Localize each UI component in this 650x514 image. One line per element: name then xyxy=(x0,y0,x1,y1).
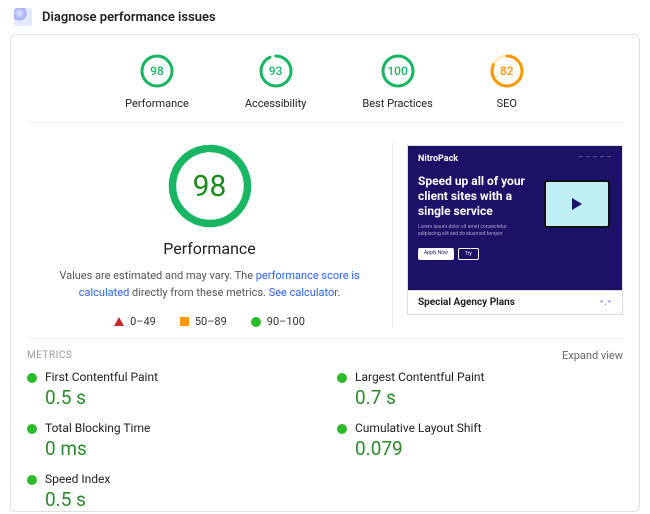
metric-name: Total Blocking Time xyxy=(45,421,150,435)
performance-gauge: 98 xyxy=(165,141,255,231)
expand-view-button[interactable]: Expand view xyxy=(562,349,623,362)
preview-cta-secondary: Try xyxy=(458,248,479,260)
preview-caption-text: Special Agency Plans xyxy=(418,297,515,308)
metric-value: 0 ms xyxy=(45,437,150,460)
gauge-label: Performance xyxy=(125,97,189,110)
metric-value: 0.7 s xyxy=(355,386,484,409)
preview-caption: Special Agency Plans •.• xyxy=(407,291,623,315)
metric-speed-index: Speed Index 0.5 s xyxy=(27,472,313,511)
performance-label: Performance xyxy=(37,239,382,258)
gauge-ring: 82 xyxy=(489,53,525,89)
lighthouse-logo-icon xyxy=(14,8,32,26)
gauge-value: 98 xyxy=(139,53,175,89)
metric-value: 0.5 s xyxy=(45,386,158,409)
preview-buttons: Apply Now Try xyxy=(418,248,479,260)
page-title: Diagnose performance issues xyxy=(42,10,216,25)
metric-largest-contentful-paint: Largest Contentful Paint 0.7 s xyxy=(337,370,623,409)
status-dot-icon xyxy=(27,424,37,434)
gauge-ring: 100 xyxy=(380,53,416,89)
page-screenshot: NitroPack — — — — — Speed up all of your… xyxy=(407,145,623,291)
circle-icon xyxy=(251,317,261,327)
gauge-seo[interactable]: 82 SEO xyxy=(489,53,525,110)
status-dot-icon xyxy=(337,424,347,434)
preview-column: NitroPack — — — — — Speed up all of your… xyxy=(393,141,623,328)
triangle-icon xyxy=(114,317,124,326)
square-icon xyxy=(180,317,189,326)
gauge-value: 93 xyxy=(258,53,294,89)
metric-name: Speed Index xyxy=(45,472,110,486)
status-dot-icon xyxy=(27,373,37,383)
performance-column: 98 Performance Values are estimated and … xyxy=(27,141,393,328)
score-legend: 0–49 50–89 90–100 xyxy=(37,315,382,328)
page-header: Diagnose performance issues xyxy=(10,6,640,34)
play-icon xyxy=(572,198,582,210)
status-dot-icon xyxy=(337,373,347,383)
report-card: 98 Performance 93 Accessibility 100 Best Prac… xyxy=(10,34,640,512)
performance-score: 98 xyxy=(165,141,255,231)
legend-fail-label: 0–49 xyxy=(130,315,156,328)
gauge-ring: 98 xyxy=(139,53,175,89)
disclaimer-pre: Values are estimated and may vary. The xyxy=(59,269,255,282)
preview-cta-primary: Apply Now xyxy=(418,248,454,260)
gauge-label: Accessibility xyxy=(245,97,307,110)
disclaimer-text: Values are estimated and may vary. The p… xyxy=(37,268,382,301)
gauge-label: SEO xyxy=(489,97,525,110)
gauge-performance[interactable]: 98 Performance xyxy=(125,53,189,110)
legend-pass: 90–100 xyxy=(251,315,305,328)
disclaimer-post: . xyxy=(337,286,340,299)
preview-brand: NitroPack xyxy=(418,154,458,164)
gauge-accessibility[interactable]: 93 Accessibility xyxy=(245,53,307,110)
metrics-grid: First Contentful Paint 0.5 s Largest Conte… xyxy=(27,370,623,511)
metrics-heading: METRICS xyxy=(27,350,72,361)
metric-first-contentful-paint: First Contentful Paint 0.5 s xyxy=(27,370,313,409)
gauge-value: 100 xyxy=(380,53,416,89)
legend-fail: 0–49 xyxy=(114,315,156,328)
metric-name: Largest Contentful Paint xyxy=(355,370,484,384)
metric-total-blocking-time: Total Blocking Time 0 ms xyxy=(27,421,313,460)
metric-name: First Contentful Paint xyxy=(45,370,158,384)
metric-value: 0.079 xyxy=(355,437,482,460)
gauge-label: Best Practices xyxy=(362,97,432,110)
gauge-ring: 93 xyxy=(258,53,294,89)
gauge-best-practices[interactable]: 100 Best Practices xyxy=(362,53,432,110)
legend-avg: 50–89 xyxy=(180,315,227,328)
legend-avg-label: 50–89 xyxy=(195,315,227,328)
metric-value: 0.5 s xyxy=(45,488,110,511)
metrics-header: METRICS Expand view xyxy=(27,339,623,370)
preview-nav: — — — — — xyxy=(578,154,612,161)
mid-row: 98 Performance Values are estimated and … xyxy=(27,123,623,339)
disclaimer-mid: directly from these metrics. xyxy=(129,286,268,299)
preview-subtext: Lorem ipsum dolor sit amet consectetur a… xyxy=(418,224,518,237)
gauges-row: 98 Performance 93 Accessibility 100 Best Prac… xyxy=(27,49,623,123)
gauge-value: 82 xyxy=(489,53,525,89)
see-calculator-link[interactable]: See calculator xyxy=(269,286,338,299)
preview-caption-dots: •.• xyxy=(600,298,612,308)
preview-headline: Speed up all of your client sites with a… xyxy=(418,174,538,219)
metric-name: Cumulative Layout Shift xyxy=(355,421,482,435)
preview-device xyxy=(544,180,610,228)
status-dot-icon xyxy=(27,475,37,485)
legend-pass-label: 90–100 xyxy=(267,315,305,328)
metric-cumulative-layout-shift: Cumulative Layout Shift 0.079 xyxy=(337,421,623,460)
